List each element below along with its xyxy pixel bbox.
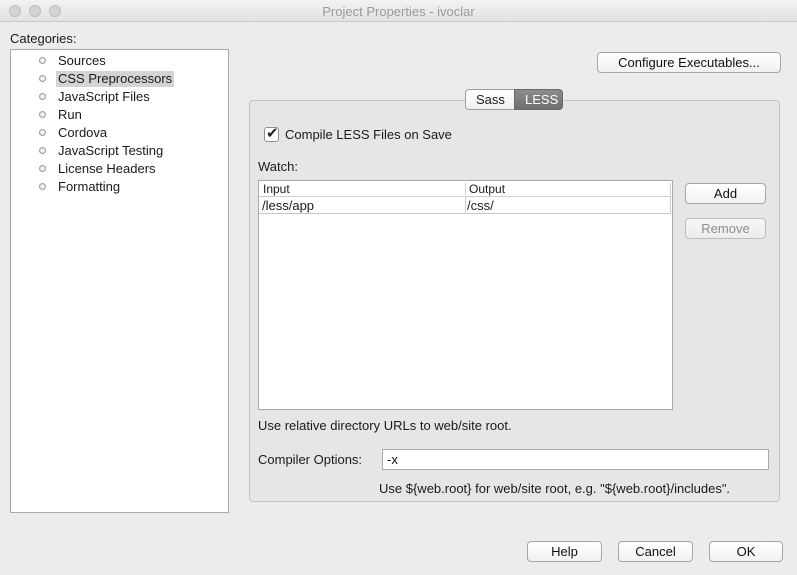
category-item-run[interactable]: Run: [11, 106, 228, 124]
category-item-cordova[interactable]: Cordova: [11, 124, 228, 142]
category-item-formatting[interactable]: Formatting: [11, 178, 228, 196]
category-item-javascript-testing[interactable]: JavaScript Testing: [11, 142, 228, 160]
category-label: License Headers: [58, 161, 156, 176]
window-title: Project Properties - ivoclar: [322, 4, 475, 19]
column-divider[interactable]: [670, 183, 671, 195]
table-header: Input Output: [259, 181, 672, 197]
category-item-license-headers[interactable]: License Headers: [11, 160, 228, 178]
table-row[interactable]: /less/app /css/: [259, 197, 671, 214]
column-header-input[interactable]: Input: [263, 182, 290, 196]
configure-executables-button[interactable]: Configure Executables...: [597, 52, 781, 73]
watch-table[interactable]: Input Output /less/app /css/: [258, 180, 673, 410]
cell-output[interactable]: /css/: [467, 198, 494, 213]
tree-bullet-icon: [39, 147, 46, 154]
tree-bullet-icon: [39, 57, 46, 64]
title-bar[interactable]: Project Properties - ivoclar: [0, 0, 797, 22]
cancel-button[interactable]: Cancel: [618, 541, 693, 562]
cell-input[interactable]: /less/app: [262, 198, 314, 213]
remove-button[interactable]: Remove: [685, 218, 766, 239]
compiler-options-input[interactable]: [382, 449, 769, 470]
compile-on-save-label[interactable]: Compile LESS Files on Save: [285, 127, 452, 143]
categories-label: Categories:: [10, 31, 77, 46]
project-properties-dialog: Project Properties - ivoclar Categories:…: [0, 0, 797, 575]
add-button[interactable]: Add: [685, 183, 766, 204]
category-label: Sources: [58, 53, 106, 68]
tree-bullet-icon: [39, 183, 46, 190]
category-label: Cordova: [58, 125, 108, 140]
checkmark-icon: ✔: [266, 125, 279, 142]
watch-label: Watch:: [258, 159, 298, 174]
category-label: Run: [58, 107, 82, 122]
relative-url-hint: Use relative directory URLs to web/site …: [258, 418, 512, 433]
ok-button[interactable]: OK: [709, 541, 783, 562]
category-item-sources[interactable]: Sources: [11, 52, 228, 70]
compiler-options-label: Compiler Options:: [258, 452, 363, 467]
column-header-output[interactable]: Output: [469, 182, 505, 196]
tree-bullet-icon: [39, 93, 46, 100]
tree-bullet-icon: [39, 111, 46, 118]
preprocessor-tabs: Sass LESS: [465, 89, 563, 110]
categories-tree[interactable]: Sources CSS Preprocessors JavaScript Fil…: [10, 49, 229, 513]
tab-less[interactable]: LESS: [514, 89, 563, 110]
column-divider[interactable]: [465, 183, 466, 195]
category-label: JavaScript Testing: [58, 143, 164, 158]
category-label: JavaScript Files: [58, 89, 150, 104]
category-item-css-preprocessors[interactable]: CSS Preprocessors: [11, 70, 228, 88]
tree-bullet-icon: [39, 129, 46, 136]
category-label: CSS Preprocessors: [56, 71, 175, 87]
category-label: Formatting: [58, 179, 121, 194]
tab-sass[interactable]: Sass: [465, 89, 514, 110]
category-item-javascript-files[interactable]: JavaScript Files: [11, 88, 228, 106]
tree-bullet-icon: [39, 165, 46, 172]
cell-divider: [465, 197, 466, 214]
compile-on-save-checkbox[interactable]: ✔: [264, 125, 279, 142]
help-button[interactable]: Help: [527, 541, 602, 562]
cell-divider: [670, 197, 671, 214]
web-root-hint: Use ${web.root} for web/site root, e.g. …: [379, 481, 731, 496]
tree-bullet-icon: [39, 75, 46, 82]
